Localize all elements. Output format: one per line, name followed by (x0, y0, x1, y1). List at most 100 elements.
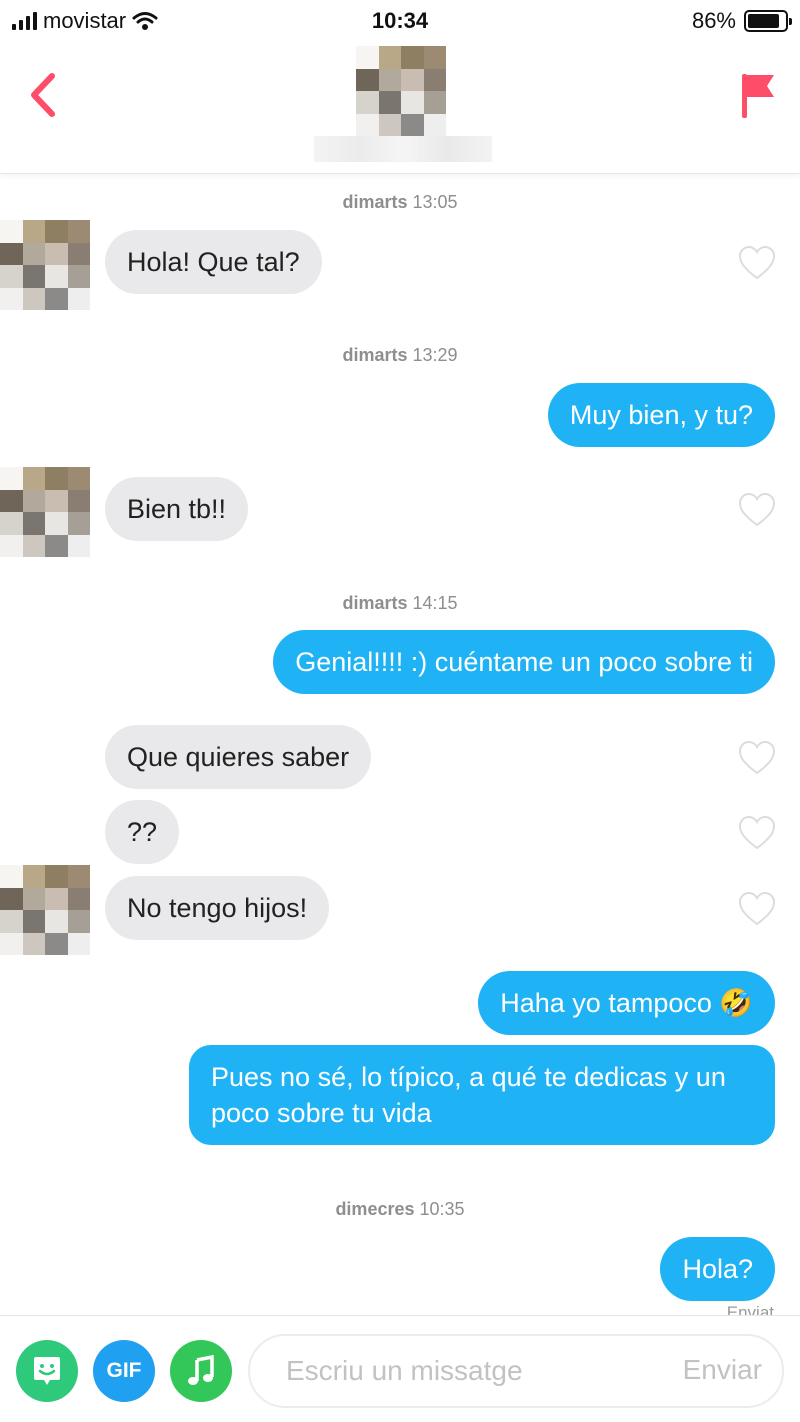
incoming-message: Hola! Que tal? (105, 230, 322, 294)
sender-avatar[interactable] (0, 467, 90, 557)
sender-avatar[interactable] (0, 220, 90, 310)
avatar-pixel (45, 265, 68, 288)
avatar-pixel (423, 46, 446, 69)
status-bar: movistar 10:34 86% (0, 0, 800, 44)
heart-icon[interactable] (738, 815, 776, 851)
timestamp-time: 13:29 (412, 345, 458, 365)
music-note-icon (188, 1355, 214, 1385)
avatar-pixel (67, 932, 90, 955)
avatar-pixel (356, 91, 379, 114)
avatar-pixel (0, 489, 23, 512)
heart-icon[interactable] (738, 492, 776, 528)
timestamp-time: 13:05 (412, 192, 458, 212)
timestamp: dimecres 10:35 (0, 1199, 800, 1220)
avatar-pixel (0, 865, 23, 888)
avatar-pixel (356, 113, 379, 136)
avatar-pixel (67, 887, 90, 910)
timestamp-time: 14:15 (412, 593, 458, 613)
avatar-pixel (67, 910, 90, 933)
avatar-pixel (22, 265, 45, 288)
avatar-pixel (45, 910, 68, 933)
send-button[interactable]: Enviar (683, 1354, 762, 1386)
sent-status: Enviat (726, 1303, 774, 1315)
timestamp-time: 10:35 (419, 1199, 465, 1219)
avatar-pixel (22, 534, 45, 557)
avatar-pixel (22, 512, 45, 535)
timestamp: dimarts 14:15 (0, 593, 800, 614)
heart-icon[interactable] (738, 740, 776, 776)
avatar-pixel (423, 113, 446, 136)
avatar-pixel (45, 887, 68, 910)
battery-percent: 86% (691, 8, 736, 33)
outgoing-message: Muy bien, y tu? (547, 383, 775, 447)
avatar-pixel (401, 91, 424, 114)
avatar-pixel (22, 242, 45, 265)
back-button[interactable] (22, 68, 66, 122)
report-button[interactable] (738, 68, 778, 122)
avatar-pixel (67, 265, 90, 288)
timestamp-day: dimarts (342, 192, 408, 212)
avatar-pixel (0, 512, 23, 535)
avatar-pixel (67, 242, 90, 265)
outgoing-message: Genial!!!! :) cuéntame un poco sobre ti (273, 630, 775, 694)
timestamp: dimarts 13:29 (0, 345, 800, 366)
avatar-pixel (67, 220, 90, 243)
avatar-pixel (378, 46, 401, 69)
status-right: 86% (691, 8, 792, 34)
outgoing-message: Haha yo tampoco 🤣 (478, 971, 775, 1035)
avatar-pixel (0, 910, 23, 933)
avatar-pixel (45, 287, 68, 310)
timestamp-day: dimecres (335, 1199, 415, 1219)
avatar-pixel (0, 242, 23, 265)
message-input[interactable] (286, 1336, 656, 1406)
avatar-pixel (0, 887, 23, 910)
status-time: 10:34 (371, 8, 429, 33)
avatar-pixel (22, 910, 45, 933)
avatar-pixel (45, 865, 68, 888)
avatar-pixel (356, 46, 379, 69)
sender-avatar[interactable] (0, 865, 90, 955)
avatar-pixel (45, 242, 68, 265)
avatar-pixel (22, 220, 45, 243)
avatar-pixel (0, 932, 23, 955)
heart-icon[interactable] (738, 891, 776, 927)
avatar-pixel (0, 265, 23, 288)
avatar-pixel (401, 68, 424, 91)
avatar-pixel (378, 68, 401, 91)
outgoing-message: Hola? (660, 1237, 775, 1301)
music-button[interactable] (170, 1340, 232, 1402)
avatar-pixel (67, 865, 90, 888)
message-field: Enviar (248, 1334, 784, 1408)
avatar-pixel (67, 489, 90, 512)
gif-button[interactable]: GIF (93, 1340, 155, 1402)
avatar-pixel (22, 865, 45, 888)
chat-thread[interactable]: dimarts 13:05 Hola! Que tal? dimarts 13:… (0, 175, 800, 1315)
avatar-pixel (22, 887, 45, 910)
avatar-pixel (378, 113, 401, 136)
avatar-pixel (22, 467, 45, 490)
avatar-pixel (356, 68, 379, 91)
avatar-pixel (378, 91, 401, 114)
avatar-pixel (22, 489, 45, 512)
battery-icon (744, 10, 792, 32)
sticker-button[interactable] (16, 1340, 78, 1402)
flag-icon (742, 74, 774, 118)
chat-header (0, 44, 800, 174)
avatar-pixel (45, 932, 68, 955)
heart-icon[interactable] (738, 245, 776, 281)
composer-bar: GIF Enviar (0, 1315, 800, 1422)
timestamp-day: dimarts (342, 593, 408, 613)
battery-level (748, 14, 779, 28)
avatar-pixel (22, 287, 45, 310)
avatar-pixel (423, 68, 446, 91)
avatar-pixel (45, 489, 68, 512)
avatar-pixel (0, 287, 23, 310)
incoming-message: Que quieres saber (105, 725, 372, 789)
match-name-blurred (314, 136, 492, 162)
avatar-pixel (67, 287, 90, 310)
avatar-pixel (423, 91, 446, 114)
match-avatar[interactable] (356, 46, 446, 136)
avatar-pixel (45, 467, 68, 490)
avatar-pixel (67, 534, 90, 557)
avatar-pixel (45, 534, 68, 557)
